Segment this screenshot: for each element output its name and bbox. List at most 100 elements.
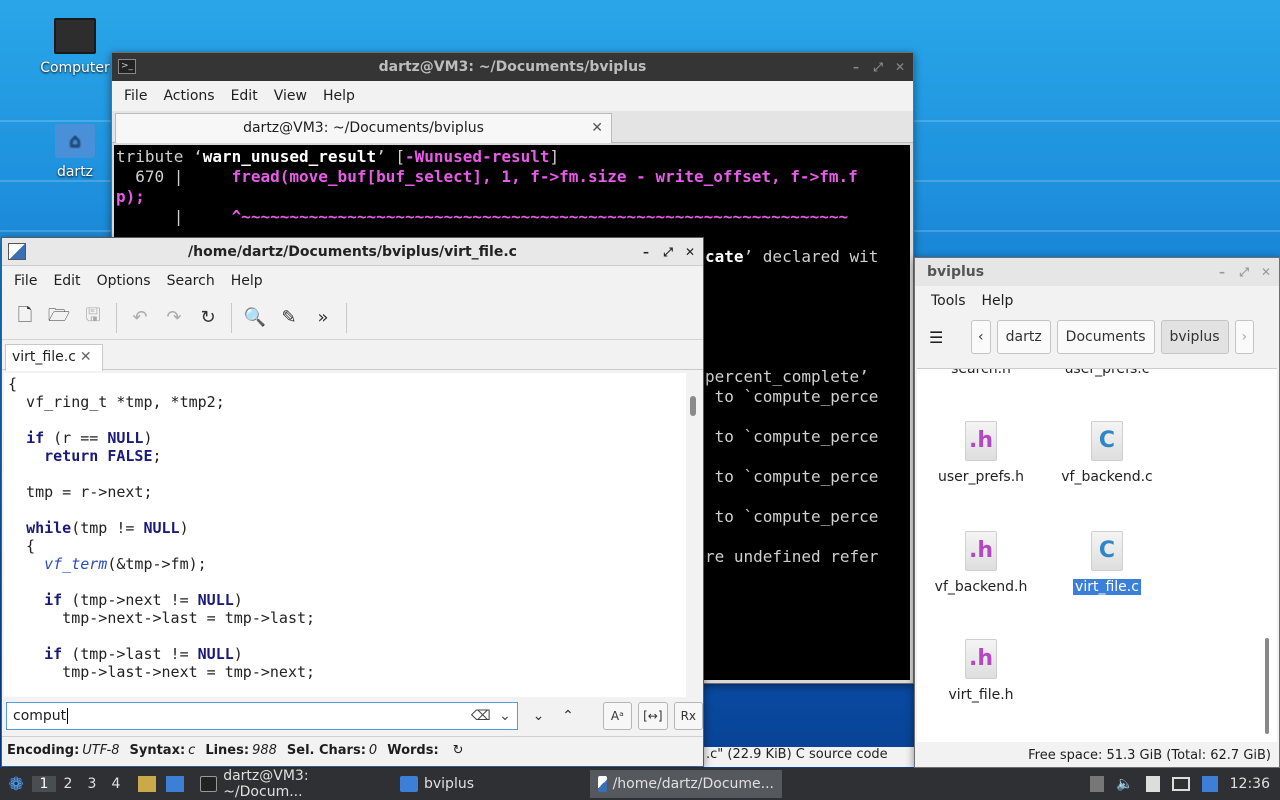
menu-edit[interactable]: Edit xyxy=(45,273,88,289)
code-line: if (r == NULL) xyxy=(26,429,153,447)
menu-edit[interactable]: Edit xyxy=(223,88,266,104)
new-file-icon[interactable]: 🗋 xyxy=(10,303,40,333)
file-icon-view[interactable]: search.h user_prefs.c .h user_prefs.h C … xyxy=(917,368,1277,742)
search-input[interactable]: comput ⌫ ⌄ xyxy=(6,702,518,730)
network-icon[interactable] xyxy=(1171,777,1190,791)
redo-icon[interactable]: ↷ xyxy=(159,303,189,333)
terminal-title: dartz@VM3: ~/Documents/bviplus xyxy=(378,59,647,75)
file-view-scrollbar[interactable] xyxy=(1265,638,1269,734)
desktop-icon-home[interactable]: ⌂ dartz xyxy=(35,124,115,180)
terminal-line: 670 | fread(move_buf[buf_select], 1, f->… xyxy=(116,167,858,186)
editor-scrollbar[interactable] xyxy=(690,396,696,416)
toolbar-separator xyxy=(346,302,347,333)
whole-word-button[interactable]: [↔] xyxy=(638,702,668,730)
minimize-icon[interactable]: – xyxy=(639,245,653,259)
workspace-2[interactable]: 2 xyxy=(56,776,80,792)
match-case-button[interactable]: Aᵃ xyxy=(602,702,633,730)
file-item[interactable]: .h virt_file.h xyxy=(921,639,1041,703)
editor-statusbar: Encoding: UTF-8 Syntax: c Lines: 988 Sel. C… xyxy=(2,736,703,764)
terminal-line: | ^~~~~~~~~~~~~~~~~~~~~~~~~~~~~~~~~~~~~~… xyxy=(116,207,849,226)
desktop-icon-computer[interactable]: Computer xyxy=(35,18,115,76)
terminal-line: to `compute_perce xyxy=(705,467,879,486)
minimize-icon[interactable]: – xyxy=(849,60,863,74)
clipboard-icon[interactable] xyxy=(1145,776,1160,792)
upload-icon[interactable] xyxy=(1090,776,1105,792)
refresh-word-count-icon[interactable]: ↻ xyxy=(453,743,464,758)
terminal-line: to `compute_perce xyxy=(705,507,879,526)
reload-icon[interactable]: ↻ xyxy=(193,303,223,333)
code-editor[interactable]: { vf_ring_t *tmp, *tmp2; if (r == NULL) … xyxy=(4,373,686,697)
menu-file[interactable]: File xyxy=(6,273,45,289)
path-documents[interactable]: Documents xyxy=(1056,320,1155,354)
find-icon[interactable]: 🔍 xyxy=(240,303,270,333)
file-manager-titlebar[interactable]: bviplus – ⤢ ✕ xyxy=(915,258,1279,286)
file-item[interactable]: C vf_backend.c xyxy=(1047,421,1167,485)
close-tab-icon[interactable]: ✕ xyxy=(80,349,92,365)
c-header-file-icon: .h xyxy=(965,421,997,461)
editor-titlebar[interactable]: /home/dartz/Documents/bviplus/virt_file.… xyxy=(2,238,703,266)
close-icon[interactable]: ✕ xyxy=(1259,265,1273,279)
show-desktop-icon[interactable] xyxy=(166,776,184,792)
close-icon[interactable]: ✕ xyxy=(683,245,697,259)
workspace-4[interactable]: 4 xyxy=(104,776,128,792)
terminal-tab[interactable]: dartz@VM3: ~/Documents/bviplus ✕ xyxy=(115,113,612,143)
code-line: tmp->last->next = tmp->next; xyxy=(8,663,316,681)
toolbar-separator xyxy=(116,302,117,333)
path-back-button[interactable]: ‹ xyxy=(971,320,991,354)
menu-tools[interactable]: Tools xyxy=(923,293,974,309)
file-item[interactable]: .h user_prefs.h xyxy=(921,421,1041,485)
task-editor[interactable]: /home/dartz/Docume... xyxy=(590,770,782,798)
regex-button[interactable]: Rx xyxy=(673,702,704,730)
chevron-down-icon[interactable]: ⌄ xyxy=(499,703,511,729)
task-terminal[interactable]: dartz@VM3: ~/Docum... xyxy=(192,768,392,800)
terminal-titlebar[interactable]: >_ dartz@VM3: ~/Documents/bviplus – ⤢ ✕ xyxy=(112,53,913,81)
code-line: while(tmp != NULL) xyxy=(26,519,189,537)
terminal-tab-label: dartz@VM3: ~/Documents/bviplus xyxy=(243,120,484,136)
menu-help[interactable]: Help xyxy=(315,88,363,104)
update-notifier-icon[interactable] xyxy=(1201,776,1218,792)
menu-help[interactable]: Help xyxy=(974,293,1022,309)
open-folder-icon[interactable]: 🗁 xyxy=(44,303,74,333)
clear-search-icon[interactable]: ⌫ xyxy=(471,703,491,729)
undo-icon[interactable]: ↶ xyxy=(125,303,155,333)
view-list-icon[interactable]: ☰ xyxy=(929,328,965,347)
terminal-partial-status: .c" (22.9 KiB) C source code xyxy=(704,747,914,767)
file-manager-launcher-icon[interactable] xyxy=(138,776,156,792)
task-file-manager[interactable]: bviplus xyxy=(392,770,590,798)
maximize-icon[interactable]: ⤢ xyxy=(871,60,885,74)
close-icon[interactable]: ✕ xyxy=(893,60,907,74)
workspace-1[interactable]: 1 xyxy=(32,776,56,792)
close-tab-icon[interactable]: ✕ xyxy=(591,114,603,142)
text-editor-icon xyxy=(598,776,607,792)
editor-app-icon xyxy=(8,243,26,260)
find-next-button[interactable]: ⌄ xyxy=(524,702,553,730)
menu-view[interactable]: View xyxy=(266,88,315,104)
menu-search[interactable]: Search xyxy=(159,273,223,289)
jump-icon[interactable]: » xyxy=(308,303,338,333)
path-bviplus[interactable]: bviplus xyxy=(1160,320,1229,354)
clock[interactable]: 12:36 xyxy=(1230,776,1270,792)
menu-file[interactable]: File xyxy=(116,88,155,104)
file-item-selected[interactable]: C virt_file.c xyxy=(1047,531,1167,595)
path-dartz[interactable]: dartz xyxy=(996,320,1051,354)
file-item[interactable]: .h vf_backend.h xyxy=(921,531,1041,595)
find-replace-icon[interactable]: ✎ xyxy=(274,303,304,333)
menu-actions[interactable]: Actions xyxy=(155,88,222,104)
minimize-icon[interactable]: – xyxy=(1215,265,1229,279)
workspace-3[interactable]: 3 xyxy=(80,776,104,792)
editor-tab[interactable]: virt_file.c ✕ xyxy=(5,344,103,371)
editor-window[interactable]: /home/dartz/Documents/bviplus/virt_file.… xyxy=(1,237,704,767)
file-item[interactable]: user_prefs.c xyxy=(1047,369,1167,377)
menu-help[interactable]: Help xyxy=(223,273,271,289)
find-previous-button[interactable]: ⌃ xyxy=(553,702,582,730)
start-menu-icon[interactable]: ❁ xyxy=(0,768,32,800)
file-item[interactable]: search.h xyxy=(921,369,1041,377)
volume-icon[interactable]: 🔈 xyxy=(1116,776,1133,792)
menu-options[interactable]: Options xyxy=(89,273,159,289)
maximize-icon[interactable]: ⤢ xyxy=(1237,265,1251,279)
path-forward-button[interactable]: › xyxy=(1234,320,1255,354)
file-manager-window[interactable]: bviplus – ⤢ ✕ Tools Help ☰ ‹ dartz Docum… xyxy=(914,257,1280,768)
save-icon[interactable]: 🖫 xyxy=(78,303,108,333)
code-line: vf_ring_t *tmp, *tmp2; xyxy=(8,393,225,411)
maximize-icon[interactable]: ⤢ xyxy=(661,245,675,259)
